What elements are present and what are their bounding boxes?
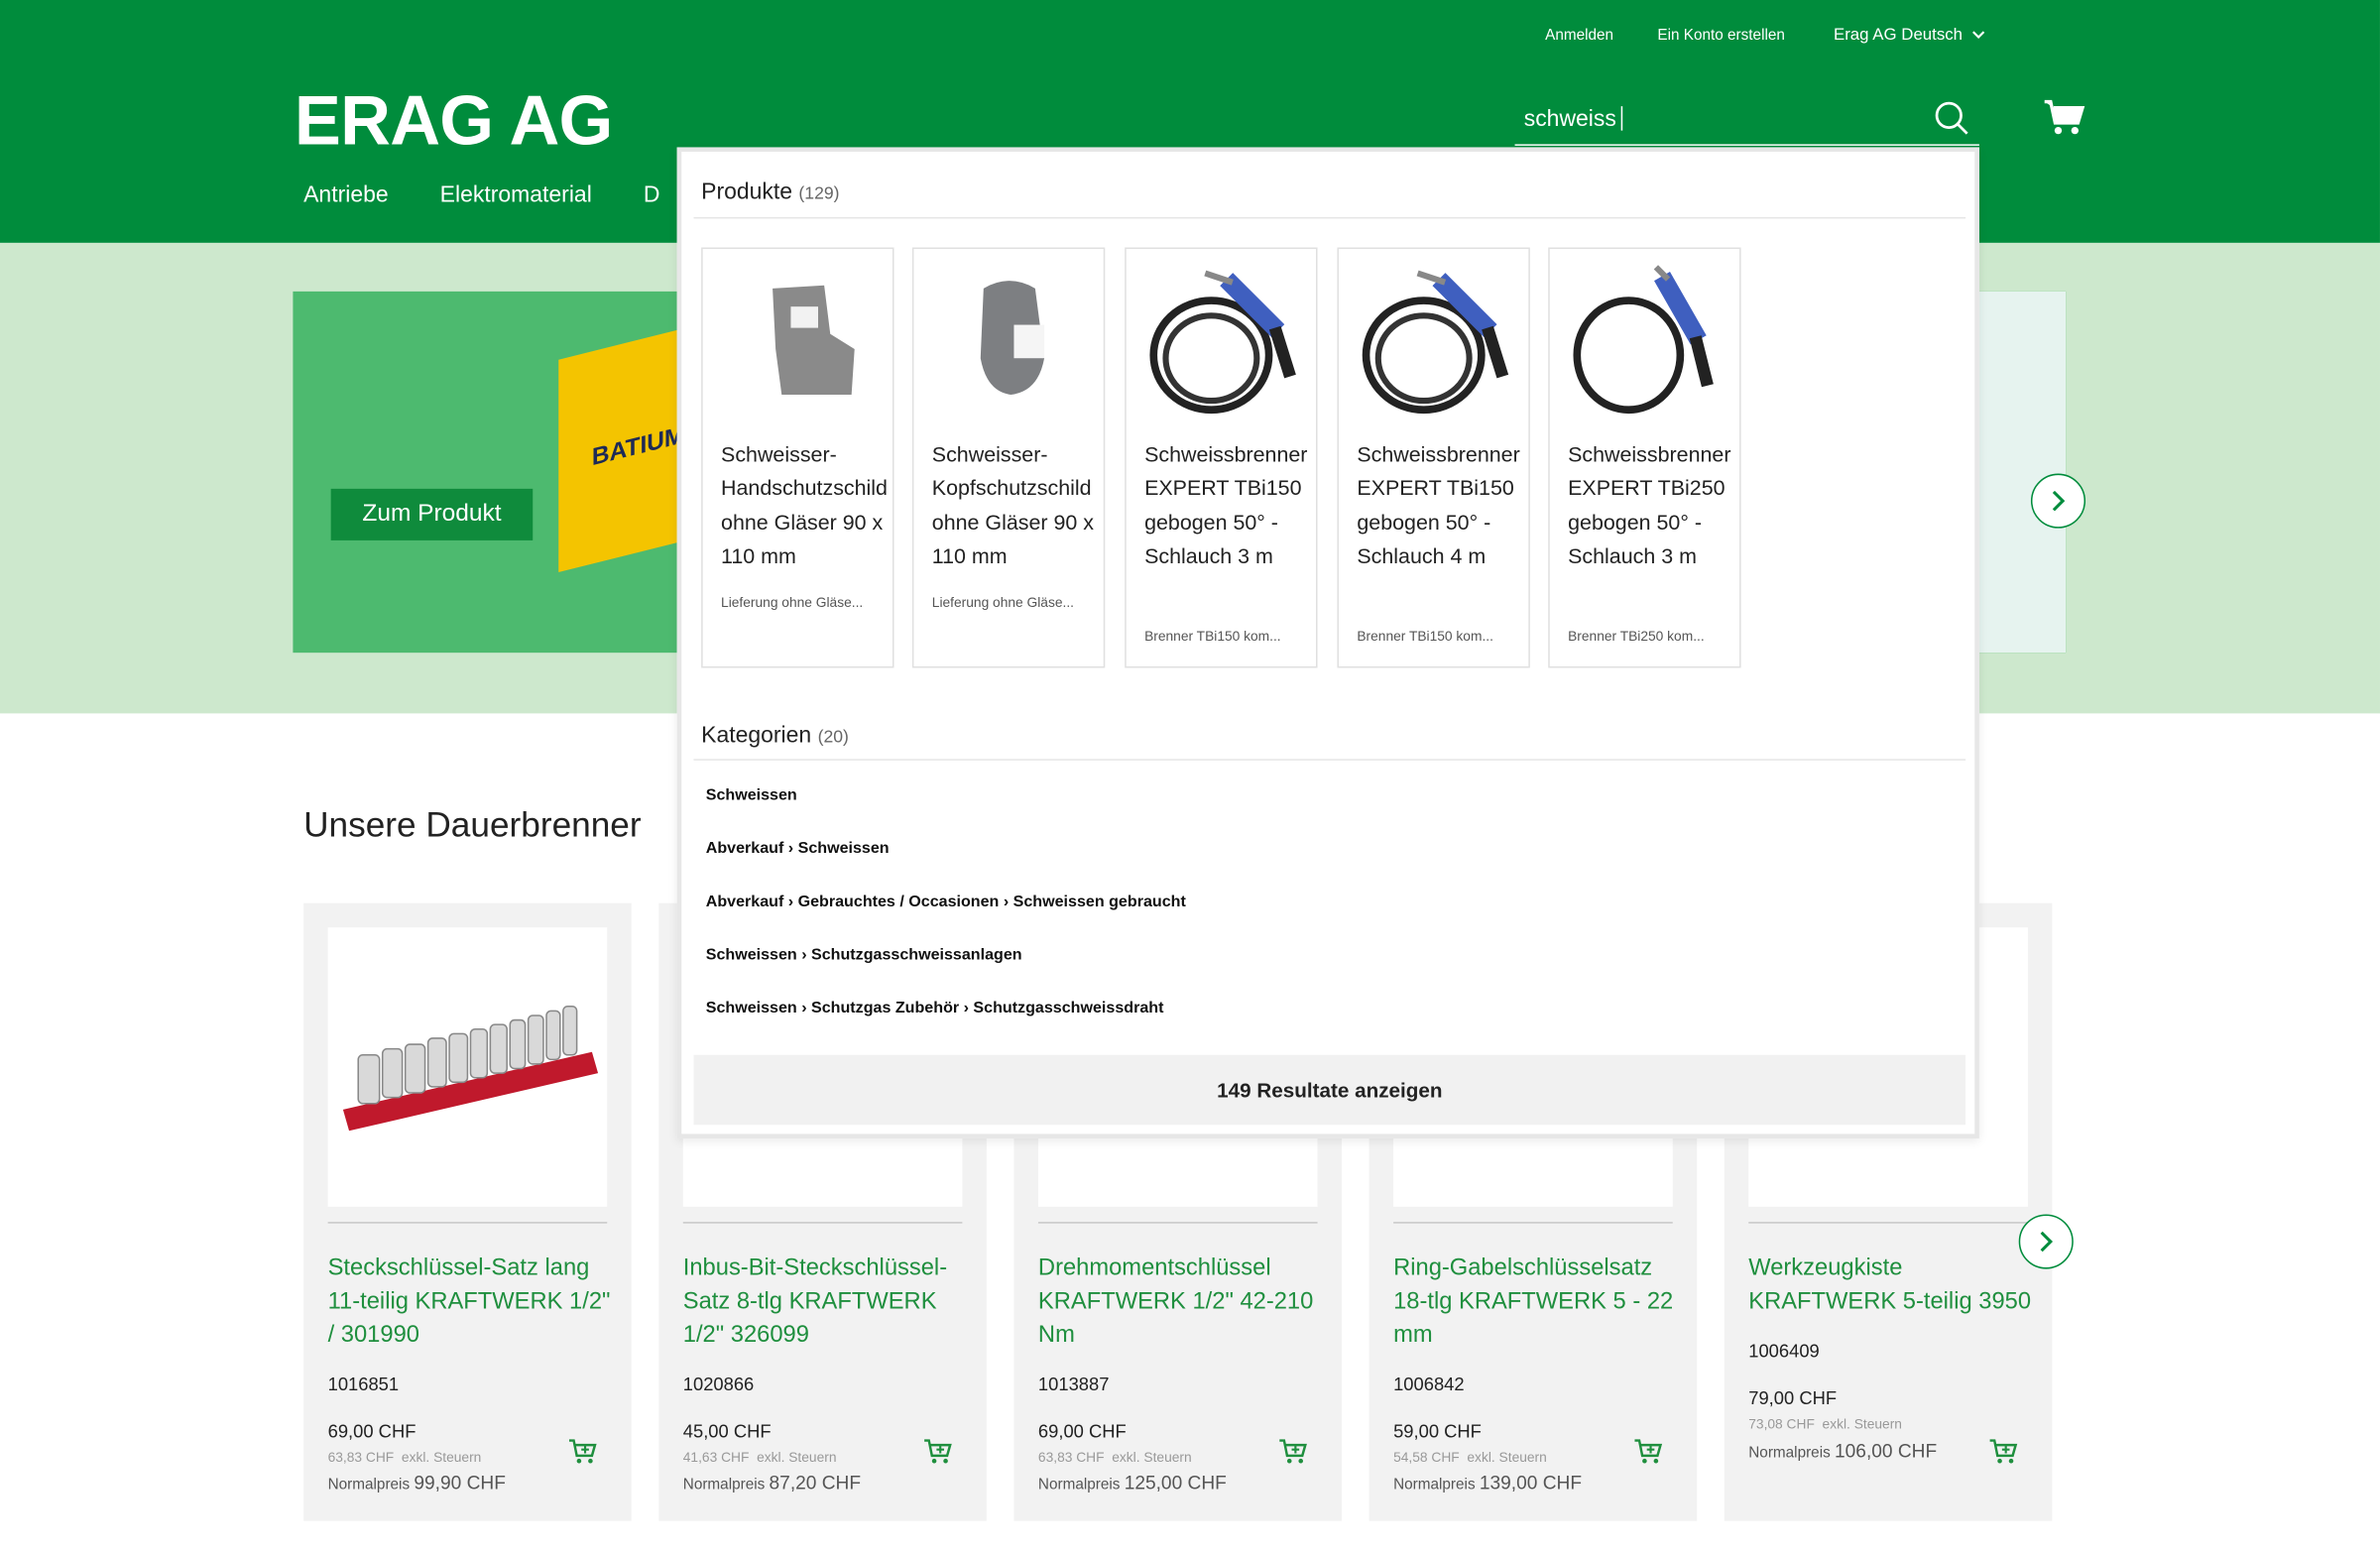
product-name[interactable]: Werkzeugkiste KRAFTWERK 5-teilig 3950	[1748, 1253, 2037, 1319]
product-name[interactable]: Steckschlüssel-Satz lang 11-teilig KRAFT…	[328, 1253, 617, 1353]
suggestion-desc: Lieferung ohne Gläse...	[931, 594, 1075, 611]
chevron-down-icon	[1972, 31, 1985, 40]
suggestion-desc: Lieferung ohne Gläse...	[721, 594, 864, 611]
card-divider	[327, 1222, 608, 1224]
products-heading: Produkte (129)	[701, 179, 840, 205]
nav-item-elektromaterial[interactable]: Elektromaterial	[440, 182, 592, 208]
chevron-right-icon	[2052, 490, 2066, 512]
normal-price: Normalpreis 139,00 CHF	[1393, 1472, 1583, 1494]
normal-price: Normalpreis 99,90 CHF	[327, 1472, 506, 1494]
suggestion-product-card[interactable]: Schweissbrenner EXPERT TBi150 gebogen 50…	[1337, 247, 1530, 668]
product-sku: 1006409	[1748, 1340, 1820, 1362]
category-suggestion[interactable]: Schweissen	[706, 786, 797, 804]
welding-torch-image	[1149, 270, 1296, 415]
welding-torch-image	[1362, 270, 1509, 415]
suggestion-title: Schweisser-Handschutzschild ohne Gläser …	[721, 441, 888, 568]
category-suggestion[interactable]: Abverkauf › Schweissen	[706, 839, 890, 857]
main-nav: Antriebe Elektromaterial D	[303, 182, 659, 208]
product-price: 69,00 CHF	[1037, 1420, 1127, 1443]
category-suggestion[interactable]: Abverkauf › Gebrauchtes / Occasionen › S…	[706, 893, 1186, 910]
price-excl-tax: 63,83 CHF exkl. Steuern	[1037, 1449, 1192, 1466]
product-name[interactable]: Inbus-Bit-Steckschlüssel-Satz 8-tlg KRAF…	[683, 1253, 972, 1353]
product-price: 69,00 CHF	[327, 1420, 416, 1443]
suggestion-desc: Brenner TBi150 kom...	[1357, 628, 1493, 644]
price-excl-tax: 41,63 CHF exkl. Steuern	[682, 1449, 837, 1466]
search-suggestions-dropdown: Produkte (129) Schweisser-Handschutzschi…	[676, 147, 1979, 1138]
card-divider	[1393, 1222, 1673, 1224]
suggestion-product-card[interactable]: Schweissbrenner EXPERT TBi150 gebogen 50…	[1125, 247, 1318, 668]
product-name[interactable]: Drehmomentschlüssel KRAFTWERK 1/2" 42-21…	[1038, 1253, 1327, 1353]
text-caret	[1620, 106, 1623, 131]
price-excl-tax: 63,83 CHF exkl. Steuern	[327, 1449, 482, 1466]
add-to-cart-icon[interactable]	[1633, 1437, 1664, 1465]
search-box	[1514, 94, 1979, 146]
nav-item-antriebe[interactable]: Antriebe	[303, 182, 389, 208]
cart-icon[interactable]	[2043, 97, 2085, 137]
suggestion-desc: Brenner TBi250 kom...	[1568, 628, 1705, 644]
card-divider	[682, 1222, 963, 1224]
normal-price: Normalpreis 87,20 CHF	[682, 1472, 862, 1494]
suggestion-desc: Brenner TBi150 kom...	[1144, 628, 1281, 644]
product-sku: 1020866	[682, 1374, 755, 1395]
search-icon[interactable]	[1934, 100, 1970, 137]
nav-item-partial[interactable]: D	[644, 182, 660, 208]
hero-next-button[interactable]	[2030, 473, 2086, 529]
card-divider	[1037, 1222, 1318, 1224]
product-image	[327, 927, 608, 1207]
product-sku: 1006842	[1393, 1374, 1465, 1395]
suggestion-title: Schweissbrenner EXPERT TBi150 gebogen 50…	[1144, 441, 1308, 568]
head-shield-image	[980, 281, 1045, 395]
login-link[interactable]: Anmelden	[1545, 28, 1613, 45]
add-to-cart-icon[interactable]	[1278, 1437, 1309, 1465]
price-excl-tax: 54,58 CHF exkl. Steuern	[1393, 1449, 1547, 1466]
product-sku: 1013887	[1037, 1374, 1110, 1395]
suggestion-title: Schweissbrenner EXPERT TBi250 gebogen 50…	[1568, 441, 1731, 568]
welding-torch-image	[1573, 265, 1714, 415]
products-next-button[interactable]	[2018, 1214, 2074, 1269]
register-link[interactable]: Ein Konto erstellen	[1657, 28, 1784, 45]
suggestion-product-card[interactable]: Schweissbrenner EXPERT TBi250 gebogen 50…	[1548, 247, 1741, 668]
normal-price: Normalpreis 106,00 CHF	[1748, 1440, 1938, 1462]
category-suggestion[interactable]: Schweissen › Schutzgasschweissanlagen	[706, 946, 1022, 964]
add-to-cart-icon[interactable]	[923, 1437, 954, 1465]
suggestion-title: Schweisser-Kopfschutzschild ohne Gläser …	[931, 441, 1094, 568]
product-card[interactable]: Steckschlüssel-Satz lang 11-teilig KRAFT…	[303, 902, 632, 1521]
divider	[693, 216, 1966, 219]
add-to-cart-icon[interactable]	[1988, 1437, 2019, 1465]
show-all-results-button[interactable]: 149 Resultate anzeigen	[693, 1054, 1966, 1126]
normal-price: Normalpreis 125,00 CHF	[1037, 1472, 1227, 1494]
divider	[693, 759, 1966, 761]
product-name[interactable]: Ring-Gabelschlüsselsatz 18-tlg KRAFTWERK…	[1393, 1253, 1682, 1353]
card-divider	[1748, 1222, 2028, 1224]
suggestion-product-card[interactable]: Schweisser-Kopfschutzschild ohne Gläser …	[911, 247, 1106, 668]
product-price: 79,00 CHF	[1748, 1386, 1838, 1409]
categories-heading: Kategorien (20)	[701, 722, 849, 749]
section-title: Unsere Dauerbrenner	[303, 804, 642, 845]
suggestion-product-card[interactable]: Schweisser-Handschutzschild ohne Gläser …	[701, 247, 894, 668]
chevron-right-icon	[2040, 1231, 2054, 1253]
product-price: 45,00 CHF	[682, 1420, 772, 1443]
category-suggestion[interactable]: Schweissen › Schutzgas Zubehör › Schutzg…	[706, 999, 1164, 1016]
language-selector[interactable]: Erag AG Deutsch	[1834, 26, 1985, 44]
product-price: 59,00 CHF	[1393, 1420, 1482, 1443]
language-label: Erag AG Deutsch	[1833, 26, 1964, 45]
socket-set-icon	[342, 1006, 599, 1132]
add-to-cart-icon[interactable]	[567, 1437, 598, 1465]
product-sku: 1016851	[327, 1374, 400, 1395]
hero-image-right	[1977, 291, 2067, 654]
hand-shield-image	[773, 285, 855, 395]
site-logo[interactable]: ERAG AG	[295, 79, 613, 162]
suggestion-title: Schweissbrenner EXPERT TBi150 gebogen 50…	[1357, 441, 1520, 568]
zum-produkt-button[interactable]: Zum Produkt	[330, 488, 534, 540]
price-excl-tax: 73,08 CHF exkl. Steuern	[1748, 1416, 1902, 1432]
search-input[interactable]	[1523, 100, 1919, 137]
